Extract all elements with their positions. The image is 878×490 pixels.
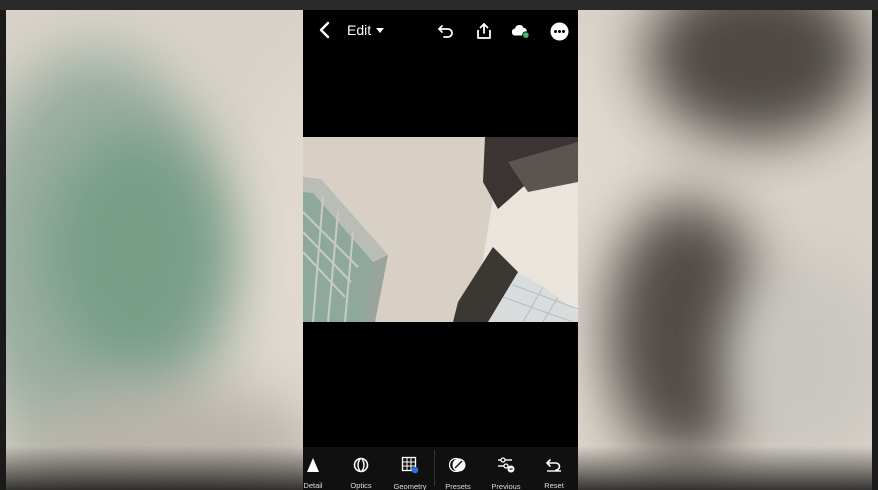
optics-icon (351, 456, 371, 473)
tool-detail[interactable]: Detail (303, 447, 333, 490)
geometry-icon (400, 456, 420, 474)
edit-mode-dropdown[interactable]: Edit (347, 22, 385, 38)
tool-label: Geometry (393, 482, 427, 490)
tool-optics[interactable]: Optics (341, 447, 381, 490)
phone-screen: Edit Detail Optics Geometry Presets Prev… (303, 10, 578, 490)
chevron-left-icon[interactable] (315, 20, 335, 42)
detail-icon (303, 456, 323, 473)
app-header: Edit (303, 10, 578, 52)
tool-label: Previous (491, 482, 521, 490)
bottom-toolbar: Detail Optics Geometry Presets Previous (303, 447, 578, 490)
more-icon[interactable] (549, 21, 569, 41)
tool-label: Reset (544, 481, 564, 490)
tool-reset[interactable]: Reset (535, 447, 573, 490)
share-icon[interactable] (474, 21, 494, 41)
cloud-sync-icon[interactable] (510, 21, 530, 41)
tool-previous[interactable]: Previous (486, 447, 526, 490)
previous-icon (496, 456, 516, 474)
tool-geometry[interactable]: Geometry (389, 447, 431, 490)
reset-icon (544, 456, 564, 473)
tool-presets[interactable]: Presets (439, 447, 477, 490)
toolbar-divider (434, 450, 435, 486)
photo-preview[interactable] (303, 137, 578, 323)
tool-label: Optics (350, 481, 372, 490)
tool-label: Detail (303, 481, 323, 490)
video-frame-top (0, 0, 878, 10)
building-photo (303, 137, 578, 323)
tool-label: Presets (445, 482, 471, 490)
caret-down-icon (376, 27, 385, 33)
undo-icon[interactable] (436, 21, 456, 41)
edit-mode-label: Edit (347, 22, 372, 38)
presets-icon (448, 456, 468, 474)
